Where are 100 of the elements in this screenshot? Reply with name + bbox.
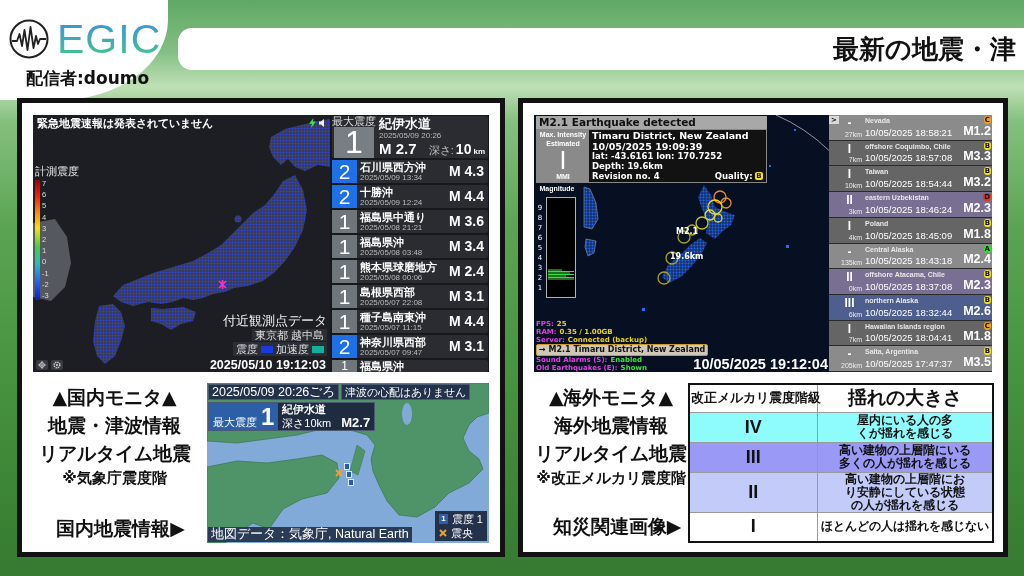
quake-time: 2025/05/07 22:08 [360,297,424,308]
depth-unit: km [473,147,485,156]
quake-time: 10/05/2025 18:04:41 [865,332,954,344]
quake-time: 10/05/2025 18:58:21 [865,126,954,138]
place-name: 福島県沖 [360,235,405,248]
magnitude-map-label: M2.1 [676,227,699,236]
place-name: 十勝沖 [360,185,393,198]
latest-quake-card[interactable]: 最大震度 1 紀伊水道 2025/05/09 20:26 M 2.7 深さ:10 km [332,116,488,158]
quake-time: 10/05/2025 18:43:18 [865,255,954,267]
magnitude-value: M 4.4 [449,187,485,206]
place-name: 紀伊水道 [379,116,432,131]
intensity-value: I [847,322,852,336]
quake-time: 10/05/2025 18:46:24 [865,203,954,215]
legend-label: 震度 [236,343,258,355]
intensity-value: III [844,296,855,310]
quake-time: 2025/05/09 13:34 [360,172,423,183]
intensity-value: I [847,168,852,182]
magnitude-value: M2.6 [963,304,991,318]
quake-time: 2025/05/07 11:15 [360,322,423,333]
place-name: 島根県西部 [360,285,415,298]
intensity-value: I [847,142,852,156]
caption-note: ※気象庁震度階 [62,468,167,489]
legend-label: 加速度 [276,343,309,355]
quake-time: 10/05/2025 19:09:39 [592,141,704,152]
intensity-badge: 1 [332,260,357,283]
selected-quake-bar[interactable]: → M2.1 Timaru District, New Zealand [536,344,709,356]
epicenter-icon [439,529,448,537]
epicenter-icon [335,469,343,477]
quality-label: Quality: [714,171,753,181]
quake-list-item[interactable]: 1 福島県沖 [332,360,488,372]
quake-time: 2025/05/09 12:24 [360,197,424,208]
depth-text: Depth: 19.6km [592,161,664,172]
magnitude-value: M 2.7 [379,141,417,157]
magnitude-value: M2.7 [341,416,371,430]
magnitude-value: M1.8 [963,330,991,344]
caption-heading: リアルタイム地震 [535,441,687,466]
max-intensity-label: 最大震度 [332,116,376,127]
place-name: 神奈川県西部 [360,335,427,348]
magnitude-value: M3.5 [963,356,991,370]
table-cell: II [689,472,817,512]
magnitude-value: M 3.4 [449,237,485,256]
caption-heading: 海外地震情報 [554,413,668,438]
quake-time: 2025/05/09 20:26 [379,131,443,141]
epicenter-icon [218,280,227,289]
quake-time: 2025/05/08 00:06 [360,272,423,283]
page-title: 最新の地震・津 [833,34,1017,64]
speaker-icon[interactable] [319,119,326,127]
legend-label: 震央 [451,527,474,539]
table-cell: 高い建物の上層階にいる多くの人が揺れを感じる [817,442,993,472]
magnitude-value: M 3.6 [449,212,485,231]
max-intensity-label: 最大震度 [213,416,257,430]
caption-note: ※改正メルカリ震度階 [536,468,686,489]
magnitude-value: M1.2 [963,124,991,138]
quake-time: 10/05/2025 18:32:44 [865,306,954,318]
place-name: 石川県西方沖 [360,160,427,173]
clock-time: 2025/05/10 19:12:03 [207,358,328,372]
scale-label: 計測震度 [35,165,79,177]
intensity-badge: 1 [332,285,357,308]
magnitude-value: M1.8 [963,227,991,241]
magnitude-value: M 3.1 [449,287,485,306]
alert-title: M2.1 Earthquake detected [536,116,767,129]
intensity-badge: 2 [332,335,357,358]
quake-time: 2025/05/08 21:21 [360,222,423,233]
depth-text: 深さ10km [282,417,332,430]
intensity-value: - [847,348,852,362]
coordinates-text: lat: -43.6161 lon: 170.7252 [592,152,724,162]
quake-time: 10/05/2025 18:54:44 [865,178,954,190]
intensity-value: II [846,271,853,285]
revision-text: Revision no. 4 [592,171,660,181]
caption-heading: リアルタイム地震 [38,441,191,466]
intensity-badge: 2 [332,160,357,183]
magnitude-value: M2.3 [963,278,991,292]
logo-icon [9,19,49,59]
intensity-badge: 2 [332,185,357,208]
intensity-value: 1 [261,403,275,430]
station-name: 東京都 越中島 [251,329,327,341]
station-heading: 付近観測点データ [223,314,327,328]
section-pointer-label: 国内地震情報▶ [55,516,185,541]
legend-label: 震度 1 [451,513,483,525]
magnitude-value: M2.3 [963,201,991,215]
caption-heading: ▲国内モニタ▲ [52,385,177,410]
magnitude-value: M 4.3 [449,162,485,181]
depth-value: 10 [455,141,472,157]
place-name: 福島県中通り [360,210,427,223]
streamer-name: 配信者:doumo [26,68,151,88]
tsunami-notice: 津波の心配はありません [341,384,471,400]
intensity-badge: 1 [332,235,357,258]
intensity-badge: 1 [332,210,357,233]
table-cell: 高い建物の上層階におり安静にしている状態の人が揺れを感じる [817,472,993,512]
intensity-badge: 1 [332,360,357,372]
magnitude-value: M 4.4 [449,312,485,331]
intensity-badge: 1 [439,514,448,524]
crosshair-icon[interactable] [36,360,48,370]
section-pointer-label: 知災関連画像▶ [551,514,682,539]
settings-icon[interactable] [51,360,63,370]
place-name: 紀伊水道 [282,403,328,416]
quake-time: 10/05/2025 18:37:08 [865,280,954,292]
quake-time: 2025/05/07 09:47 [360,347,423,358]
intensity-value: II [846,194,853,208]
place-name: 種子島南東沖 [360,310,427,323]
